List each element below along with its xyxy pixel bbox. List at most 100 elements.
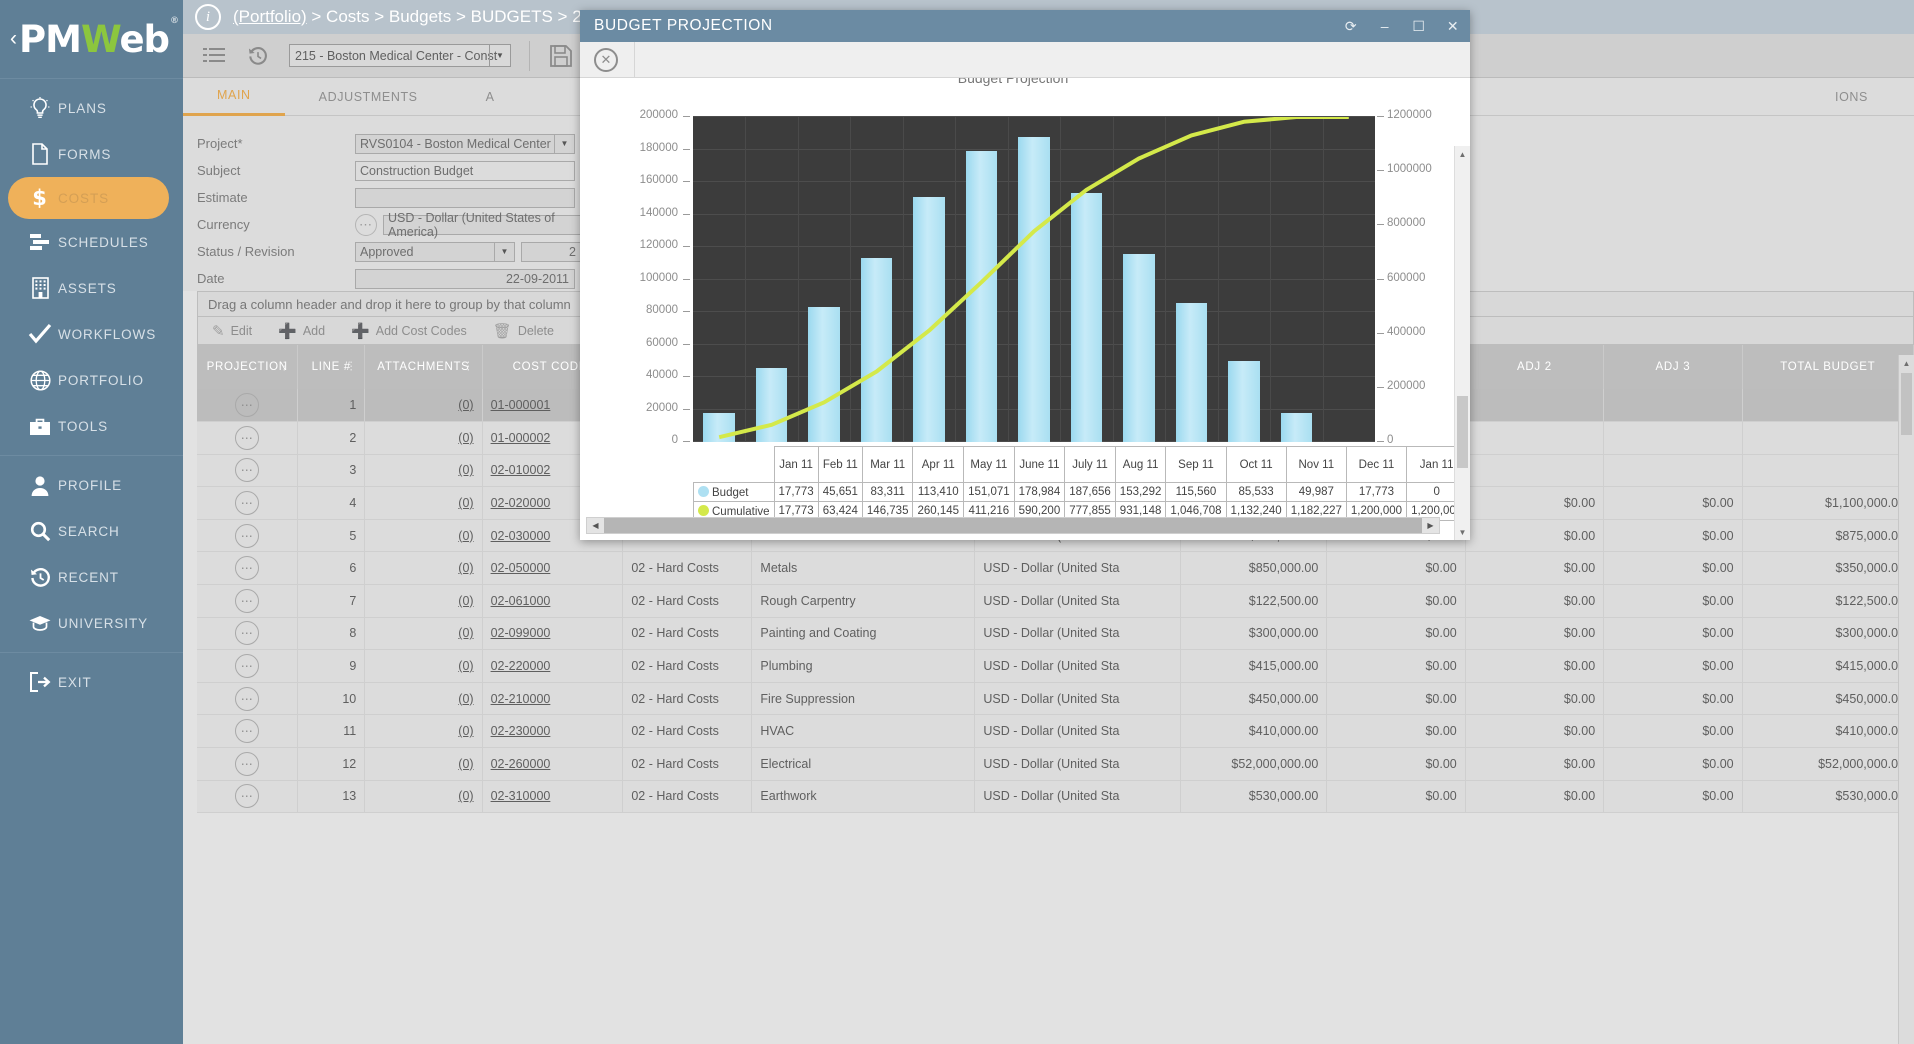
row-menu-icon[interactable]: ⋯ <box>235 393 260 418</box>
close-button[interactable]: ✕ <box>594 47 618 72</box>
table-row[interactable]: ⋯ 11 (0) 02-230000 02 - Hard Costs HVAC USD - … <box>197 714 1914 749</box>
table-row[interactable]: ⋯ 8 (0) 02-099000 02 - Hard Costs Painting an… <box>197 617 1914 651</box>
refresh-icon[interactable]: ⟳ <box>1334 10 1368 42</box>
cost-code-link[interactable]: 02-310000 <box>491 789 551 803</box>
tab-a[interactable]: A <box>452 78 529 116</box>
sidebar-item-assets[interactable]: ASSETS <box>0 265 183 311</box>
row-menu-icon[interactable]: ⋯ <box>235 491 260 516</box>
projection-cell[interactable]: ⋯ <box>197 649 299 683</box>
chart-bar[interactable] <box>1228 360 1260 442</box>
scroll-thumb[interactable] <box>1457 396 1468 468</box>
cost-code-cell[interactable]: 02-210000 <box>482 682 624 716</box>
chart-bar[interactable] <box>755 367 788 442</box>
attachments-cell[interactable]: (0) <box>364 584 483 618</box>
table-row[interactable]: ⋯ 13 (0) 02-310000 02 - Hard Costs Earthwork U… <box>197 780 1914 814</box>
collapse-sidebar-icon[interactable]: ‹ <box>10 27 17 51</box>
subject-field[interactable]: Construction Budget <box>355 160 575 181</box>
column-menu-icon[interactable]: ⋮ <box>279 361 291 372</box>
sidebar-item-portfolio[interactable]: PORTFOLIO <box>0 357 183 403</box>
chart-bar[interactable] <box>1070 192 1103 442</box>
cost-code-link[interactable]: 02-030000 <box>491 529 551 543</box>
delete-button[interactable]: 🗑 Delete <box>493 322 554 340</box>
attachments-link[interactable]: (0) <box>458 692 473 706</box>
projection-cell[interactable]: ⋯ <box>197 454 299 488</box>
cost-code-link[interactable]: 02-260000 <box>491 757 551 771</box>
chart-bar[interactable] <box>965 151 998 442</box>
projection-cell[interactable]: ⋯ <box>197 519 299 553</box>
table-row[interactable]: ⋯ 10 (0) 02-210000 02 - Hard Costs Fire Suppr… <box>197 682 1914 716</box>
attachments-cell[interactable]: (0) <box>364 617 483 651</box>
column-menu-icon[interactable]: ⋮ <box>346 361 358 372</box>
currency-field[interactable]: USD - Dollar (United States of America) … <box>383 211 603 239</box>
attachments-link[interactable]: (0) <box>458 463 473 477</box>
cost-code-link[interactable]: 02-210000 <box>491 692 551 706</box>
column-menu-icon[interactable]: ⋮ <box>463 361 475 372</box>
sidebar-item-exit[interactable]: EXIT <box>0 659 183 705</box>
column-line[interactable]: LINE # ⋮ <box>297 345 366 389</box>
cost-code-cell[interactable]: 02-220000 <box>482 649 624 683</box>
sidebar-item-profile[interactable]: PROFILE <box>0 462 183 508</box>
cost-code-link[interactable]: 02-099000 <box>491 626 551 640</box>
row-menu-icon[interactable]: ⋯ <box>235 686 260 711</box>
table-row[interactable]: ⋯ 7 (0) 02-061000 02 - Hard Costs Rough Carpe… <box>197 584 1914 618</box>
chart-bar[interactable] <box>1280 413 1313 442</box>
attachments-cell[interactable]: (0) <box>364 519 483 553</box>
add-cost-codes-button[interactable]: ➕ Add Cost Codes <box>351 322 467 340</box>
tab-ions[interactable]: IONS <box>1801 78 1914 116</box>
attachments-cell[interactable]: (0) <box>364 682 483 716</box>
scroll-up-icon[interactable]: ▲ <box>1899 355 1914 371</box>
attachments-cell[interactable]: (0) <box>364 421 483 455</box>
chart-bar[interactable] <box>1018 137 1050 442</box>
scroll-left-icon[interactable]: ◀ <box>587 521 604 530</box>
attachments-link[interactable]: (0) <box>458 529 473 543</box>
column-attachments[interactable]: ATTACHMENTS ⋮ <box>364 345 483 389</box>
dialog-vertical-scrollbar[interactable]: ▲ ▼ <box>1454 146 1470 540</box>
chart-bar[interactable] <box>1123 254 1155 442</box>
cost-code-link[interactable]: 01-000002 <box>491 431 551 445</box>
table-row[interactable]: ⋯ 12 (0) 02-260000 02 - Hard Costs Electrical… <box>197 747 1914 781</box>
chevron-down-icon[interactable]: ▼ <box>494 242 514 261</box>
chart-bar[interactable] <box>913 196 945 442</box>
column-projection[interactable]: PROJECTION ⋮ <box>197 345 299 389</box>
chart-bar[interactable] <box>1175 303 1208 442</box>
chart-bar[interactable] <box>808 306 840 442</box>
tab-main[interactable]: MAIN <box>183 78 285 116</box>
column-adj2[interactable]: ADJ 2 <box>1465 345 1605 389</box>
scroll-up-icon[interactable]: ▲ <box>1455 146 1470 162</box>
cost-code-cell[interactable]: 02-230000 <box>482 714 624 749</box>
attachments-cell[interactable]: (0) <box>364 389 483 423</box>
attachments-cell[interactable]: (0) <box>364 714 483 749</box>
cost-code-link[interactable]: 02-010002 <box>491 463 551 477</box>
cost-code-cell[interactable]: 02-061000 <box>482 584 624 618</box>
info-icon[interactable]: i <box>195 4 221 30</box>
table-row[interactable]: ⋯ 9 (0) 02-220000 02 - Hard Costs Plumbing USD… <box>197 649 1914 683</box>
cost-code-cell[interactable]: 02-099000 <box>482 617 624 651</box>
scroll-right-icon[interactable]: ▶ <box>1422 521 1439 530</box>
column-total-budget[interactable]: TOTAL BUDGET <box>1742 345 1914 389</box>
attachments-cell[interactable]: (0) <box>364 551 483 586</box>
edit-button[interactable]: ✎ Edit <box>212 322 252 340</box>
sidebar-item-workflows[interactable]: WORKFLOWS <box>0 311 183 357</box>
estimate-field[interactable] <box>355 187 575 208</box>
cost-code-cell[interactable]: 02-260000 <box>482 747 624 781</box>
row-menu-icon[interactable]: ⋯ <box>235 556 260 581</box>
cost-code-link[interactable]: 02-050000 <box>491 561 551 575</box>
row-menu-icon[interactable]: ⋯ <box>235 654 260 679</box>
save-icon[interactable] <box>548 43 574 69</box>
project-select[interactable]: 215 - Boston Medical Center - Const ▼ <box>289 44 511 67</box>
chart-bar[interactable] <box>860 257 893 442</box>
cost-code-link[interactable]: 02-020000 <box>491 496 551 510</box>
scroll-thumb[interactable] <box>1901 373 1912 435</box>
maximize-icon[interactable]: ☐ <box>1402 10 1436 42</box>
sidebar-item-tools[interactable]: TOOLS <box>0 403 183 449</box>
scroll-track[interactable] <box>604 518 1422 533</box>
cost-code-link[interactable]: 02-220000 <box>491 659 551 673</box>
projection-cell[interactable]: ⋯ <box>197 389 299 423</box>
projection-cell[interactable]: ⋯ <box>197 780 299 814</box>
attachments-link[interactable]: (0) <box>458 594 473 608</box>
sidebar-item-recent[interactable]: RECENT <box>0 554 183 600</box>
list-icon[interactable] <box>201 43 227 69</box>
cost-code-cell[interactable]: 02-050000 <box>482 551 624 586</box>
row-menu-icon[interactable]: ⋯ <box>235 425 260 450</box>
brand-logo[interactable]: ‹ PMWeb ® <box>0 0 183 78</box>
